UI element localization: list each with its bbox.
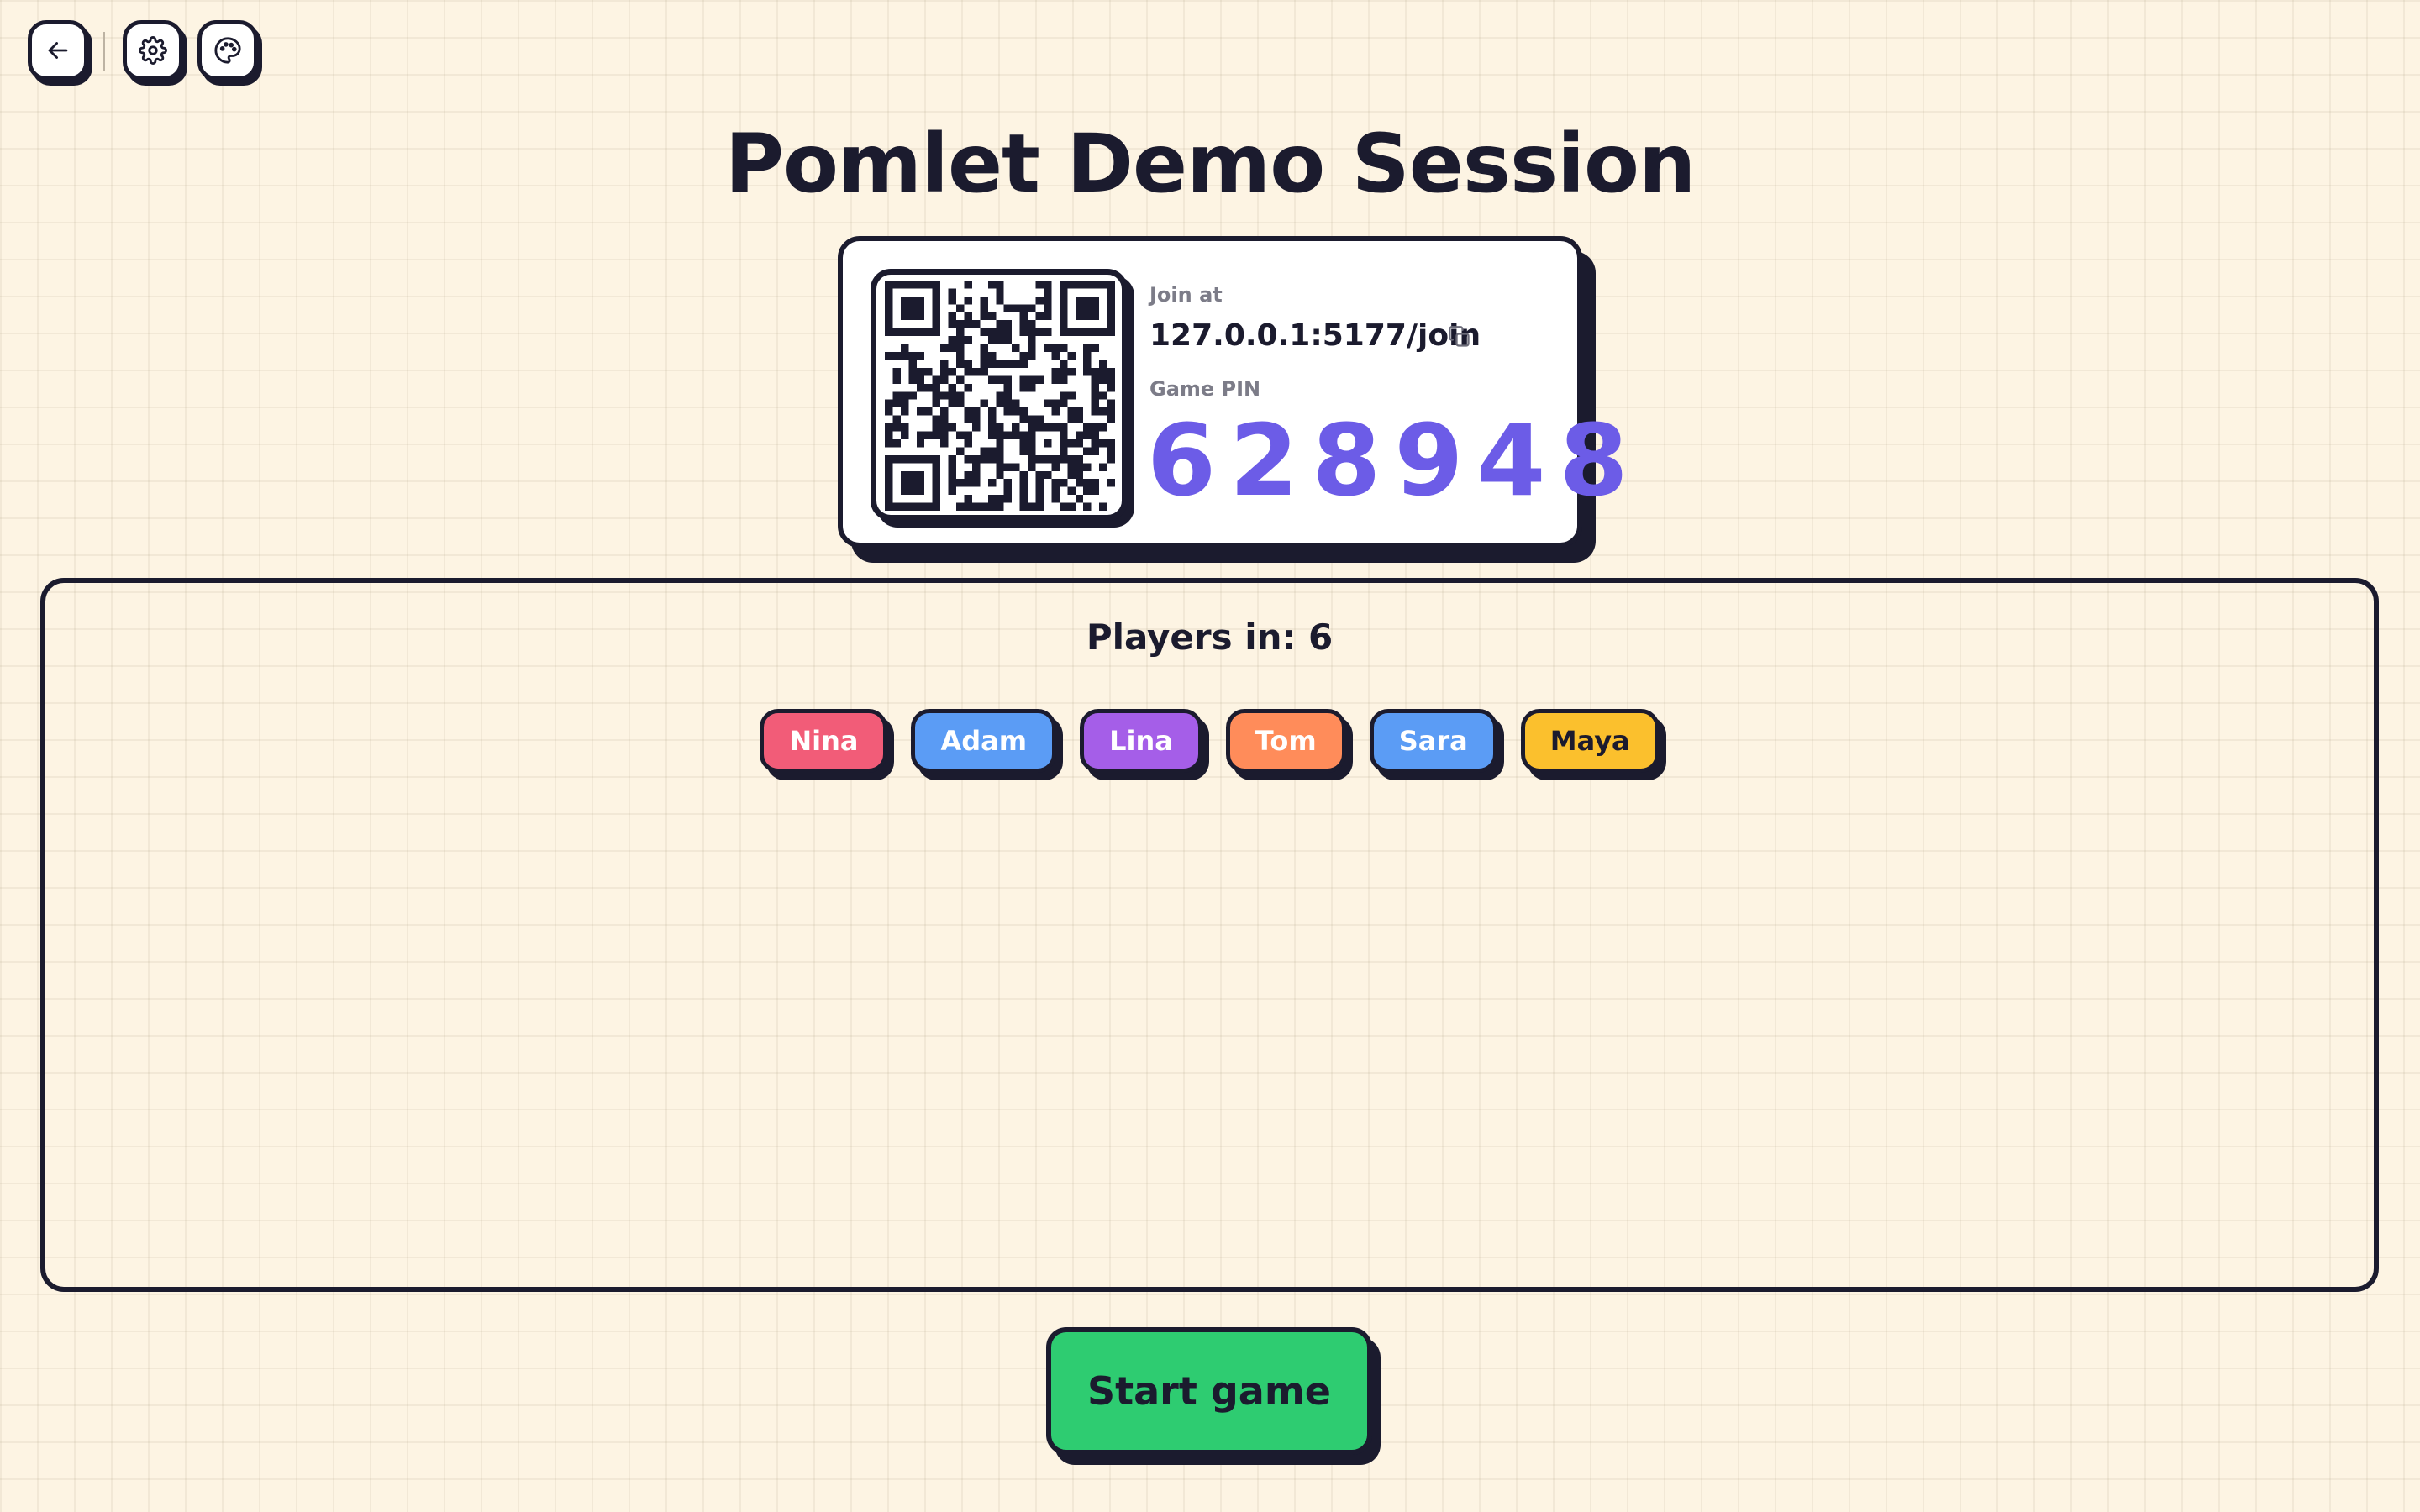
players-panel: Players in: 6 Nina Adam Lina Tom Sara Maya	[40, 578, 2379, 1292]
qr-code-icon	[885, 281, 1115, 511]
join-card: Join at 127.0.0.1:5177/join Game PIN 628…	[838, 236, 1628, 548]
page-title: Pomlet Demo Session	[724, 117, 1697, 211]
join-label: Join at	[1150, 283, 1223, 307]
settings-button[interactable]	[123, 20, 183, 81]
gear-icon	[139, 36, 167, 65]
arrow-left-icon	[48, 42, 68, 59]
player-chip: Adam	[911, 709, 1057, 773]
player-chip: Maya	[1520, 709, 1660, 773]
game-pin-label: Game PIN	[1150, 377, 1261, 401]
join-url: 127.0.0.1:5177/join	[1150, 318, 1481, 353]
toolbar-divider	[103, 32, 105, 71]
game-pin: 628948	[1147, 402, 1642, 518]
palette-icon	[214, 37, 241, 64]
player-chip: Nina	[760, 709, 888, 773]
theme-button[interactable]	[197, 20, 258, 81]
qr-code	[871, 269, 1128, 521]
back-button[interactable]	[28, 20, 88, 81]
player-chip: Lina	[1080, 709, 1202, 773]
copy-icon[interactable]	[1448, 325, 1471, 349]
players-list: Nina Adam Lina Tom Sara Maya	[45, 709, 2374, 773]
players-count: Players in: 6	[1086, 617, 1334, 658]
player-chip: Sara	[1369, 709, 1497, 773]
player-chip: Tom	[1225, 709, 1346, 773]
start-game-button[interactable]: Start game	[1046, 1327, 1372, 1455]
